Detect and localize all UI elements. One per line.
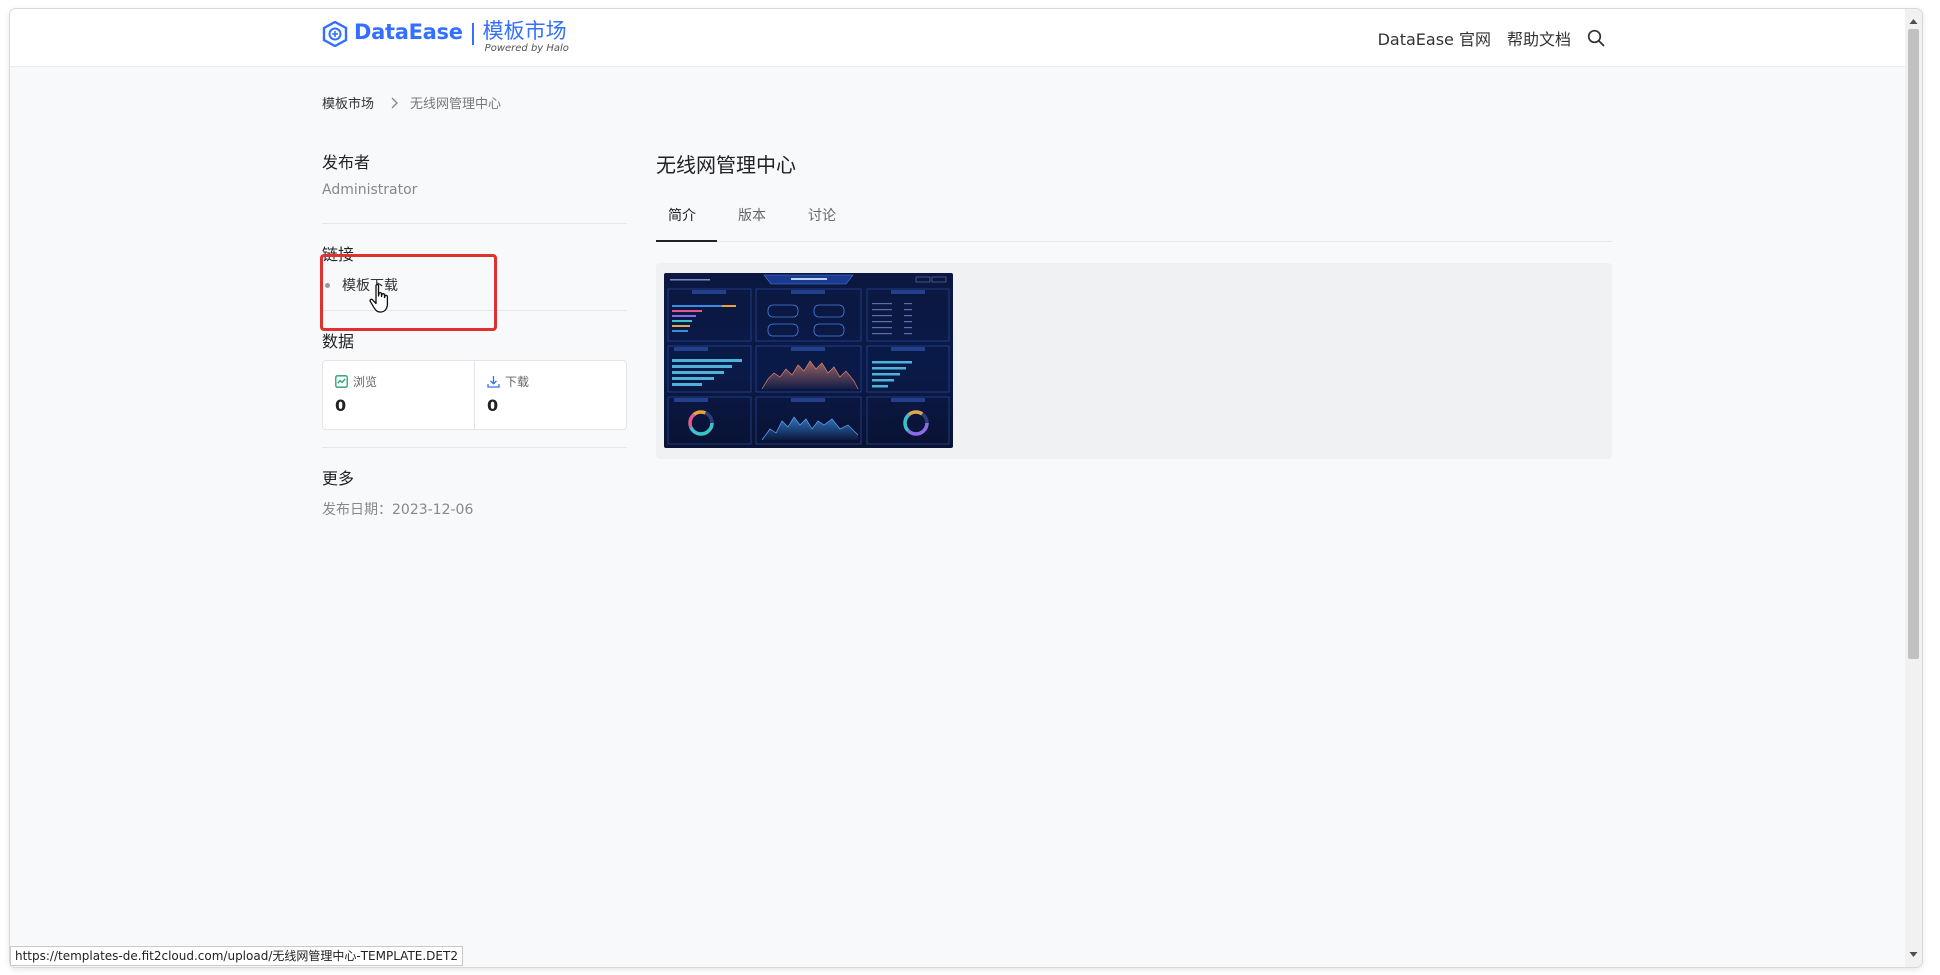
site-logo[interactable]: DataEase 模板市场 Powered by Halo [322, 19, 569, 59]
page-title: 无线网管理中心 [656, 153, 796, 177]
breadcrumb-home-link[interactable]: 模板市场 [322, 93, 374, 112]
publisher-name[interactable]: Administrator [322, 182, 627, 198]
scroll-up-arrow-icon[interactable] [1909, 17, 1918, 26]
tab-discussion[interactable]: 讨论 [787, 202, 857, 241]
tab-intro[interactable]: 简介 [656, 202, 717, 242]
preview-area [656, 263, 1612, 459]
logo-divider [471, 23, 474, 45]
dataease-logo-icon [322, 21, 348, 47]
scrollbar-thumb[interactable] [1908, 29, 1919, 659]
status-bar-url: https://templates-de.fit2cloud.com/uploa… [10, 946, 463, 966]
search-icon[interactable] [1587, 29, 1605, 47]
hand-pointer-icon [369, 283, 389, 313]
chevron-right-icon [391, 97, 398, 108]
chart-line-icon [335, 375, 348, 388]
stats-card: 浏览 0 下载 0 [322, 360, 627, 430]
downloads-value: 0 [487, 396, 499, 415]
data-title: 数据 [322, 332, 355, 351]
nav-official-site-link[interactable]: DataEase 官网 [1378, 26, 1491, 50]
publisher-section: 发布者 Administrator [322, 149, 627, 223]
tab-versions[interactable]: 版本 [717, 202, 787, 241]
logo-subtitle: 模板市场 [482, 19, 567, 43]
download-icon [487, 376, 500, 388]
tab-bar: 简介 版本 讨论 [656, 202, 1612, 242]
breadcrumb: 模板市场 无线网管理中心 [322, 93, 501, 112]
downloads-stat: 下载 0 [474, 361, 626, 429]
data-section: 数据 浏览 0 下载 0 [322, 311, 627, 447]
more-section: 更多 发布日期：2023-12-06 [322, 448, 627, 519]
template-main: 无线网管理中心 简介 版本 讨论 [656, 149, 1612, 459]
browser-window: DataEase 模板市场 Powered by Halo DataEase 官… [10, 9, 1922, 967]
highlight-box [320, 254, 497, 331]
vertical-scrollbar[interactable] [1905, 9, 1922, 967]
publish-date: 发布日期：2023-12-06 [322, 502, 474, 518]
nav-help-docs-link[interactable]: 帮助文档 [1507, 26, 1571, 50]
publisher-title: 发布者 [322, 153, 371, 172]
powered-by-text: Powered by Halo [484, 43, 569, 54]
views-value: 0 [335, 396, 347, 415]
more-title: 更多 [322, 469, 355, 488]
scroll-down-arrow-icon[interactable] [1909, 950, 1918, 959]
header-nav: DataEase 官网 帮助文档 [1378, 26, 1605, 50]
template-sidebar: 发布者 Administrator 链接 模板下载 数据 浏览 0 下载 0 更… [322, 149, 627, 519]
views-label: 浏览 [353, 375, 378, 389]
downloads-label: 下载 [505, 375, 530, 389]
template-preview-image[interactable] [664, 273, 953, 448]
site-header: DataEase 模板市场 Powered by Halo DataEase 官… [10, 9, 1915, 67]
views-stat: 浏览 0 [323, 361, 474, 429]
breadcrumb-current: 无线网管理中心 [410, 97, 502, 112]
logo-text: DataEase [354, 20, 463, 44]
dashboard-thumbnail-graphic [667, 274, 950, 445]
